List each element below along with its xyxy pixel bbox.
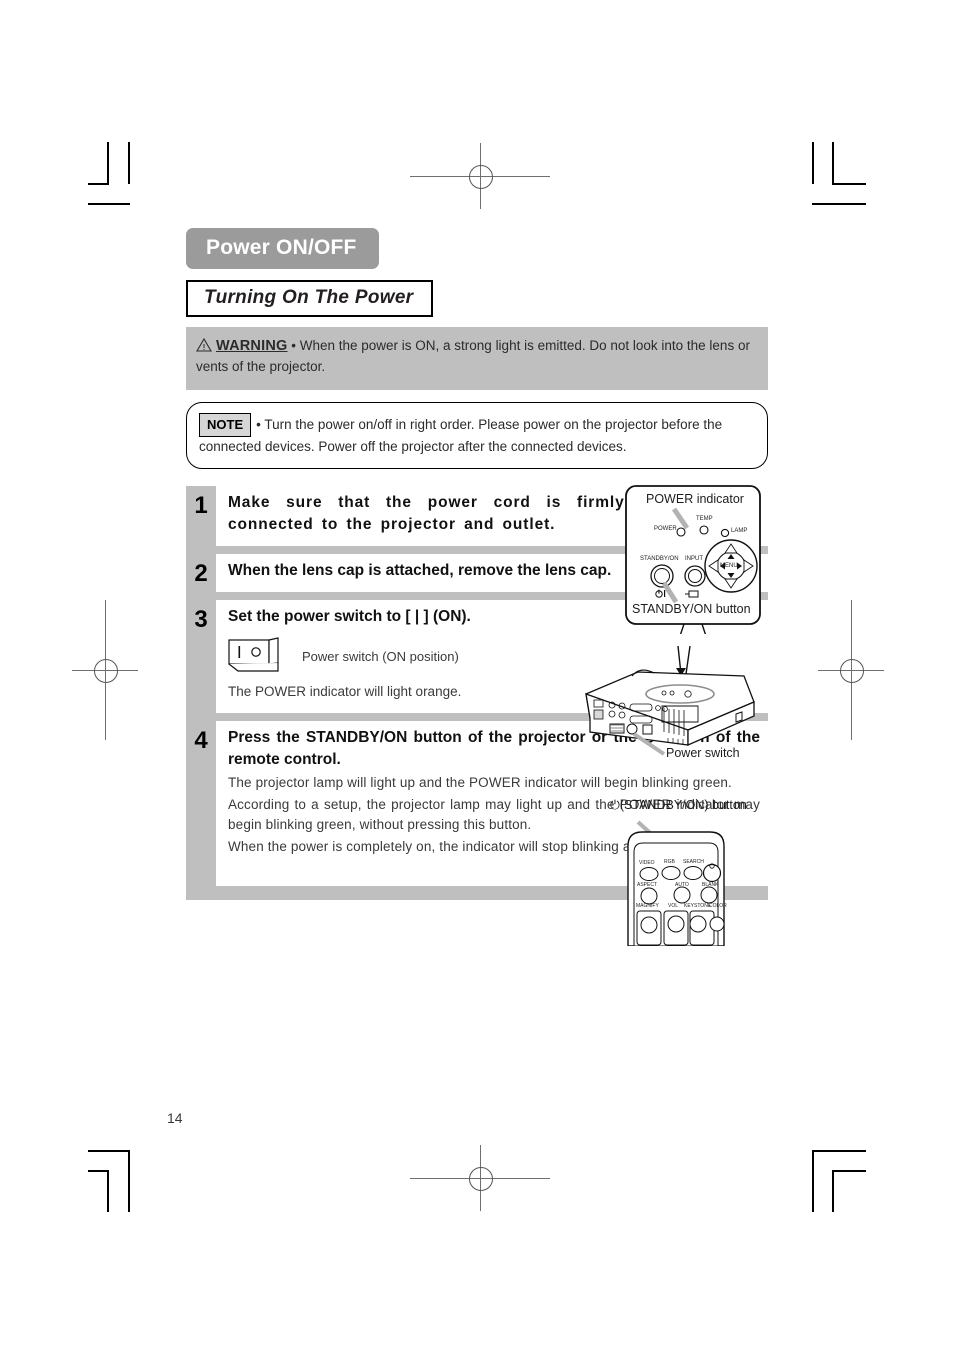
crop-mark-line <box>812 203 866 205</box>
pad-label-menu: MENU <box>720 563 738 570</box>
remote-button-label-magnify: MAGNIFY <box>636 903 659 910</box>
crop-mark-line <box>832 1170 834 1212</box>
crop-mark-line <box>88 183 109 185</box>
crop-mark-line <box>128 142 130 184</box>
step-text: The projector lamp will light up and the… <box>228 774 732 790</box>
remote-button-label-blank: BLANK <box>702 882 719 889</box>
crop-mark-line <box>107 1170 109 1212</box>
button-label-standby-on: STANDBY/ON <box>640 556 679 563</box>
crop-mark-line <box>128 1150 130 1212</box>
rocker-switch-icon <box>228 637 284 675</box>
control-panel-figure: POWER indicator STANDBY/ON button POWER … <box>624 484 770 635</box>
remote-button-label-video: VIDEO <box>639 860 655 867</box>
page-title: Power ON/OFF <box>186 228 379 269</box>
crop-mark-line <box>832 142 834 184</box>
button-label-input: INPUT <box>685 556 703 563</box>
warning-callout: WARNING • When the power is ON, a strong… <box>186 327 768 390</box>
crop-mark-line <box>812 1150 814 1212</box>
crop-mark-line <box>812 1150 866 1152</box>
projector-callout-power-switch: Power switch <box>666 746 740 761</box>
remote-button-label-color: COLOR <box>709 903 727 910</box>
remote-control-figure: ⏻(STANDBY/ON) button VIDEO RGB SEARCH AS… <box>606 796 784 947</box>
steps-list: 1 Make sure that the power cord is firml… <box>186 484 770 947</box>
step-number: 1 <box>186 486 216 547</box>
remote-button-label-aspect: ASPECT <box>637 882 658 889</box>
led-label-power: POWER <box>654 526 677 533</box>
warning-label: WARNING <box>216 338 288 354</box>
crop-mark-line <box>88 1150 130 1152</box>
projector-figure: Power switch <box>568 646 768 766</box>
step-number: 4 <box>186 720 216 886</box>
step-number: 2 <box>186 554 216 593</box>
subsection-heading-wrap: Turning On The Power <box>186 280 768 317</box>
page-number: 14 <box>167 1110 183 1126</box>
crop-mark-line <box>832 1170 866 1172</box>
page-content: Power ON/OFF Turning On The Power WARNIN… <box>186 228 770 947</box>
power-switch-caption: Power switch (ON position) <box>302 648 459 664</box>
registration-mark-left <box>72 600 138 740</box>
remote-button-label-auto: AUTO <box>675 882 689 889</box>
crop-mark-line <box>107 142 109 184</box>
remote-button-label-rgb: RGB <box>664 859 675 866</box>
control-panel-callout-standby: STANDBY/ON button <box>632 602 751 617</box>
note-label: NOTE <box>199 412 252 438</box>
note-callout: NOTE • Turn the power on/off in right ord… <box>186 401 768 470</box>
registration-mark-bottom <box>410 1145 550 1211</box>
remote-button-label-keystone: KEYSTONE <box>684 903 712 910</box>
remote-button-label-search: SEARCH <box>683 859 704 866</box>
registration-mark-right <box>818 600 884 740</box>
subsection-heading: Turning On The Power <box>186 280 434 317</box>
note-text: • Turn the power on/off in right order. … <box>199 416 723 455</box>
crop-mark-line <box>88 1170 109 1172</box>
remote-power-symbol-icon: ⏻ <box>610 798 620 813</box>
led-label-lamp: LAMP <box>731 528 748 535</box>
crop-mark-line <box>812 142 814 184</box>
remote-callout-text: (STANDBY/ON) button <box>619 798 747 813</box>
step-number: 3 <box>186 600 216 713</box>
crop-mark-line <box>832 183 866 185</box>
registration-mark-top <box>410 143 550 209</box>
remote-button-label-vol: VOL <box>668 903 679 910</box>
led-label-temp: TEMP <box>696 516 713 523</box>
crop-mark-line <box>88 203 130 205</box>
control-panel-callout-power: POWER indicator <box>646 492 744 507</box>
warning-triangle-icon <box>196 338 212 352</box>
